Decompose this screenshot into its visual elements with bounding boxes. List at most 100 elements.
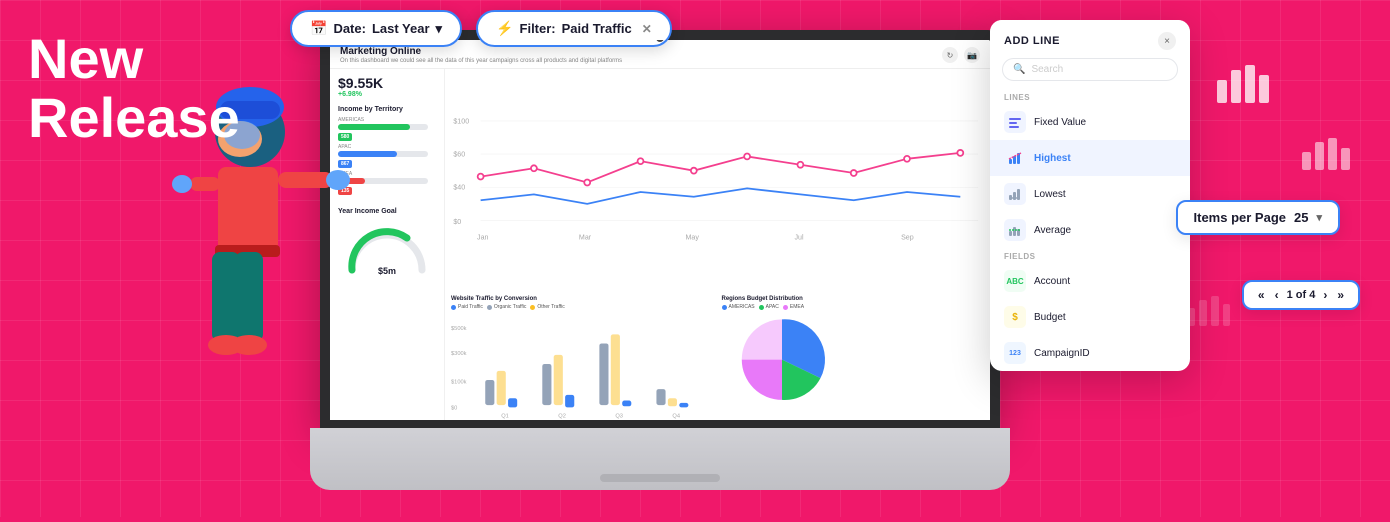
territory-apac-label: APAC <box>338 144 436 150</box>
svg-text:Jul: Jul <box>794 233 803 241</box>
hero-line1: New <box>28 30 240 89</box>
legend-apac-label: APAC <box>766 304 779 310</box>
bar-chart-title: Website Traffic by Conversion <box>451 296 714 302</box>
dashboard-title: Marketing Online <box>340 46 622 57</box>
legend-paid-dot <box>451 305 456 310</box>
bar-chart: $500k $300k $100k $0 <box>451 312 714 420</box>
date-chevron-icon: ▾ <box>436 21 443 37</box>
dashboard-icons: ↻ 📷 <box>942 47 980 63</box>
svg-text:$100: $100 <box>453 117 469 125</box>
svg-text:May: May <box>686 233 700 241</box>
refresh-button[interactable]: ↻ <box>942 47 958 63</box>
fixed-value-label: Fixed Value <box>1034 117 1086 128</box>
hero-text: New Release <box>28 30 240 148</box>
filter-value: Paid Traffic <box>562 21 632 36</box>
deco-chart-icon-1 <box>1215 60 1270 110</box>
territory-emea-label: EMEA <box>338 171 436 177</box>
deco-chart-icon-3 <box>1185 290 1230 333</box>
panel-item-lowest[interactable]: Lowest <box>990 176 1190 212</box>
items-per-page-label: Items per Page <box>1194 210 1287 225</box>
svg-text:Q4: Q4 <box>672 414 680 420</box>
items-dropdown-icon: ▾ <box>1316 211 1322 224</box>
main-metric: $9.55K +6.98% <box>338 75 436 98</box>
lowest-label: Lowest <box>1034 189 1066 200</box>
date-icon: 📅 <box>310 20 327 37</box>
average-label: Average <box>1034 225 1071 236</box>
svg-text:$500k: $500k <box>451 326 467 332</box>
fields-section-label: FIELDS <box>990 248 1190 263</box>
search-placeholder: Search <box>1031 64 1063 75</box>
legend-apac: APAC <box>759 304 779 310</box>
year-goal-title: Year Income Goal <box>338 208 436 215</box>
legend-paid-label: Paid Traffic <box>458 304 483 310</box>
year-goal-section: Year Income Goal $5m <box>338 208 436 279</box>
account-icon: ABC <box>1004 270 1026 292</box>
close-button[interactable]: × <box>1158 32 1176 50</box>
filter-pills-container: 📅 Date: Last Year ▾ ⚡ Filter: Paid Traff… <box>290 10 672 47</box>
bottom-charts: Website Traffic by Conversion Paid Traff… <box>451 296 984 416</box>
legend-americas-label: AMERICAS <box>729 304 755 310</box>
paid-traffic-filter-pill[interactable]: ⚡ Filter: Paid Traffic ✕ <box>476 10 672 47</box>
highest-label: Highest <box>1034 153 1071 164</box>
lowest-icon <box>1004 183 1026 205</box>
dashboard: Marketing Online On this dashboard we co… <box>330 40 990 420</box>
hero-line2: Release <box>28 89 240 148</box>
territory-americas-label: AMERICAS <box>338 117 436 123</box>
pie-chart-legend: AMERICAS APAC EMEA <box>722 304 985 310</box>
items-per-page-value: 25 <box>1294 210 1308 225</box>
legend-organic: Organic Traffic <box>487 304 526 310</box>
legend-organic-label: Organic Traffic <box>494 304 526 310</box>
svg-text:Q1: Q1 <box>501 414 509 420</box>
highest-icon <box>1004 147 1026 169</box>
gauge-chart: $5m <box>342 222 432 277</box>
territory-emea-bar-bg <box>338 178 428 184</box>
bar-chart-legend: Paid Traffic Organic Traffic Other Traff… <box>451 304 714 310</box>
territory-apac-bar-bg <box>338 151 428 157</box>
filter-label: Filter: <box>520 21 556 36</box>
deco-chart-icon-2 <box>1300 130 1350 177</box>
legend-paid: Paid Traffic <box>451 304 483 310</box>
dashboard-right-panel: $100 $60 $40 $0 <box>445 69 990 420</box>
prev-page-button[interactable]: ‹ <box>1273 288 1281 302</box>
panel-item-account[interactable]: ABC Account <box>990 263 1190 299</box>
laptop-hinge <box>600 474 720 482</box>
legend-other-dot <box>530 305 535 310</box>
pie-chart-title: Regions Budget Distribution <box>722 296 985 302</box>
legend-other: Other Traffic <box>530 304 564 310</box>
legend-apac-dot <box>759 305 764 310</box>
campaign-id-label: CampaignID <box>1034 348 1090 359</box>
panel-search-field[interactable]: 🔍 Search <box>1002 58 1178 81</box>
first-page-button[interactable]: « <box>1256 288 1267 302</box>
svg-text:$40: $40 <box>453 184 465 192</box>
dashboard-subtitle: On this dashboard we could see all the d… <box>340 58 622 64</box>
legend-emea: EMEA <box>783 304 804 310</box>
panel-item-fixed-value[interactable]: Fixed Value <box>990 104 1190 140</box>
lines-section-label: LINES <box>990 89 1190 104</box>
items-per-page-widget[interactable]: Items per Page 25 ▾ <box>1176 200 1341 235</box>
legend-organic-dot <box>487 305 492 310</box>
panel-item-campaign-id[interactable]: 123 CampaignID <box>990 335 1190 371</box>
dashboard-title-area: Marketing Online On this dashboard we co… <box>340 46 622 64</box>
last-page-button[interactable]: » <box>1335 288 1346 302</box>
line-chart-area: $100 $60 $40 $0 <box>451 73 984 292</box>
pie-chart-section: Regions Budget Distribution AMERICAS APA… <box>722 296 985 416</box>
filter-remove-icon[interactable]: ✕ <box>642 22 652 36</box>
panel-item-average[interactable]: Average <box>990 212 1190 248</box>
svg-text:Sep: Sep <box>901 233 914 241</box>
laptop: 📅 Date: Last Year ▾ ⚡ Filter: Paid Traff… <box>310 30 1010 490</box>
panel-header: ADD LINE × <box>990 20 1190 58</box>
gauge-wrapper: $5m <box>338 219 436 279</box>
svg-text:$0: $0 <box>451 406 457 412</box>
territory-americas-bar-bg <box>338 124 428 130</box>
budget-label: Budget <box>1034 312 1066 323</box>
laptop-screen: Marketing Online On this dashboard we co… <box>320 30 1000 430</box>
panel-item-highest[interactable]: Highest <box>990 140 1190 176</box>
territory-emea: EMEA 135 <box>338 171 436 195</box>
camera-button[interactable]: 📷 <box>964 47 980 63</box>
next-page-button[interactable]: › <box>1321 288 1329 302</box>
date-filter-value: Last Year <box>372 21 430 36</box>
panel-item-budget[interactable]: $ Budget <box>990 299 1190 335</box>
average-icon <box>1004 219 1026 241</box>
legend-emea-label: EMEA <box>790 304 804 310</box>
date-filter-pill[interactable]: 📅 Date: Last Year ▾ <box>290 10 462 47</box>
